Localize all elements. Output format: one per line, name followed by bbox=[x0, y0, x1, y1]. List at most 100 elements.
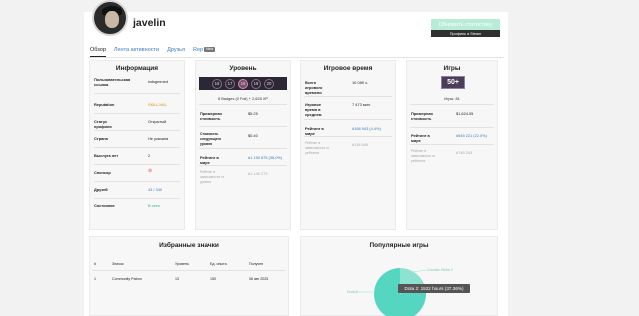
games-label: Рейтинг в мире bbox=[411, 133, 430, 143]
info-value: Открытый bbox=[148, 119, 167, 124]
divider bbox=[304, 119, 392, 120]
info-label: Пользовательская ссылка bbox=[94, 77, 131, 87]
playtime-label: Игровое время в среднем bbox=[305, 102, 322, 117]
playtime-label: Рейтинг в мире bbox=[305, 126, 324, 136]
info-value: Не указана bbox=[148, 136, 169, 141]
games-value: #745 243 bbox=[456, 150, 473, 155]
info-title: Информация bbox=[115, 65, 159, 72]
column-header: Получен bbox=[249, 262, 264, 266]
tab-overview[interactable]: Обзор bbox=[90, 45, 106, 57]
column-header: Значок bbox=[112, 262, 124, 266]
tab-rep[interactable]: Rep New bbox=[192, 45, 216, 57]
divider bbox=[410, 144, 494, 145]
level-title: Уровень bbox=[229, 65, 257, 72]
playtime-rank-link[interactable]: #168 943 (4.4%) bbox=[352, 126, 381, 131]
divider bbox=[94, 198, 180, 199]
level-circle: 19 bbox=[251, 78, 261, 89]
level-circle: 16 bbox=[212, 78, 222, 89]
friends-count-link[interactable]: 43 / 340 bbox=[148, 187, 162, 192]
playtime-label: Всего игрового времени bbox=[305, 80, 323, 95]
divider bbox=[304, 136, 392, 137]
profile-tabs: Обзор Лента активности Друзья Rep New bbox=[90, 45, 223, 57]
divider bbox=[94, 93, 180, 94]
level-label: Стоимость следующего уровня bbox=[200, 132, 222, 146]
divider bbox=[199, 126, 287, 127]
favorite-badges-title: Избранные значки bbox=[159, 242, 219, 249]
divider bbox=[410, 127, 494, 128]
pie-tooltip: Dota 2: 1522 hours (37.36%) bbox=[398, 284, 470, 293]
games-label: Рейтинг в зависимости от рейтинга bbox=[411, 149, 436, 163]
level-summary: 8 Badges (0 Foil) + 2,628 XP bbox=[217, 96, 269, 101]
divider bbox=[94, 130, 180, 131]
info-value: ixdsgmmed bbox=[148, 79, 168, 84]
info-value: 2 bbox=[148, 153, 151, 158]
favorite-badges-card: Избранные значки bbox=[89, 236, 289, 316]
avatar-face bbox=[105, 11, 119, 28]
playtime-label: Рейтинг в зависимости от рейтинга bbox=[305, 141, 330, 155]
level-label: Примерная стоимость bbox=[200, 111, 222, 121]
info-label: Друзей bbox=[94, 187, 108, 192]
divider bbox=[410, 104, 494, 105]
divider bbox=[304, 96, 392, 97]
avatar[interactable] bbox=[92, 0, 128, 36]
level-label: Рейтинг в мире bbox=[200, 155, 219, 165]
divider bbox=[92, 270, 286, 271]
games-count-badge: 50+ bbox=[441, 76, 465, 89]
pie-label: Counter-Strike 2 bbox=[427, 268, 454, 272]
refresh-stats-button[interactable]: Обновить статистику bbox=[431, 19, 500, 30]
playtime-value: 7 473 мин. bbox=[352, 102, 371, 107]
new-badge: New bbox=[204, 47, 216, 52]
level-value: $5.25 bbox=[248, 111, 258, 116]
info-label: Reputation bbox=[94, 102, 115, 107]
tab-rep-label: Rep bbox=[192, 47, 204, 53]
popular-games-title: Популярные игры bbox=[369, 242, 429, 249]
info-label: Состояние bbox=[94, 203, 115, 208]
ban-icon: ⊘ bbox=[148, 168, 153, 174]
games-count: Игры: 81 bbox=[444, 96, 460, 101]
tab-friends[interactable]: Друзья bbox=[167, 45, 185, 57]
divider bbox=[94, 113, 180, 114]
divider bbox=[94, 181, 180, 182]
pie-label-line bbox=[411, 269, 427, 273]
level-circle: 17 bbox=[225, 78, 235, 89]
tab-activity-feed[interactable]: Лента активности bbox=[114, 45, 159, 57]
info-value: SKILL/VAL bbox=[148, 102, 167, 107]
divider bbox=[199, 148, 287, 149]
current-level-circle: 18 bbox=[238, 78, 248, 89]
info-card: Информация Пользовательская ссылка ixdsg… bbox=[89, 60, 185, 230]
games-rank-link[interactable]: #549 221 (22.0%) bbox=[456, 133, 487, 138]
level-value: $0.40 bbox=[248, 133, 258, 138]
info-label: Страна bbox=[94, 136, 108, 141]
level-strip: 16 17 18 19 20 bbox=[199, 77, 287, 90]
level-value: #1 140 273 bbox=[248, 171, 268, 176]
online-status: В сети bbox=[148, 203, 160, 208]
level-rank-link[interactable]: #1 150 675 (38.0%) bbox=[248, 155, 282, 160]
games-title: Игры bbox=[443, 65, 461, 72]
column-header: # bbox=[94, 262, 96, 266]
tabs-divider bbox=[88, 57, 504, 58]
level-circle: 20 bbox=[264, 78, 274, 89]
divider bbox=[94, 164, 180, 165]
table-cell: 1 bbox=[94, 277, 96, 281]
column-header: Уровень bbox=[175, 262, 189, 266]
table-cell: 13 bbox=[175, 277, 179, 281]
level-label: Рейтинг в зависимости от уровня bbox=[200, 170, 225, 184]
pie-label: Dota 2 bbox=[347, 290, 358, 294]
column-header: Ед. опыта bbox=[210, 262, 227, 266]
games-value: $1,624.05 bbox=[456, 111, 474, 116]
info-label: Выслуга лет bbox=[94, 153, 119, 158]
games-label: Примерная стоимость bbox=[411, 111, 433, 121]
badge-name-link[interactable]: Community Patron bbox=[112, 277, 142, 281]
playtime-value: 10 089 ч. bbox=[352, 80, 369, 85]
divider bbox=[94, 147, 180, 148]
steam-profile-link[interactable]: Профиль в Steam bbox=[431, 30, 500, 37]
info-label: Спонсор bbox=[94, 170, 111, 175]
playtime-title: Игровое время bbox=[323, 65, 373, 72]
info-label: Статус профиля bbox=[94, 119, 112, 129]
divider bbox=[199, 165, 287, 166]
divider bbox=[199, 104, 287, 105]
username: javelin bbox=[133, 17, 166, 29]
table-cell: 06 авг 2025 bbox=[249, 277, 269, 281]
playtime-value: #116 645 bbox=[352, 142, 368, 147]
table-cell: 150 bbox=[210, 277, 216, 281]
